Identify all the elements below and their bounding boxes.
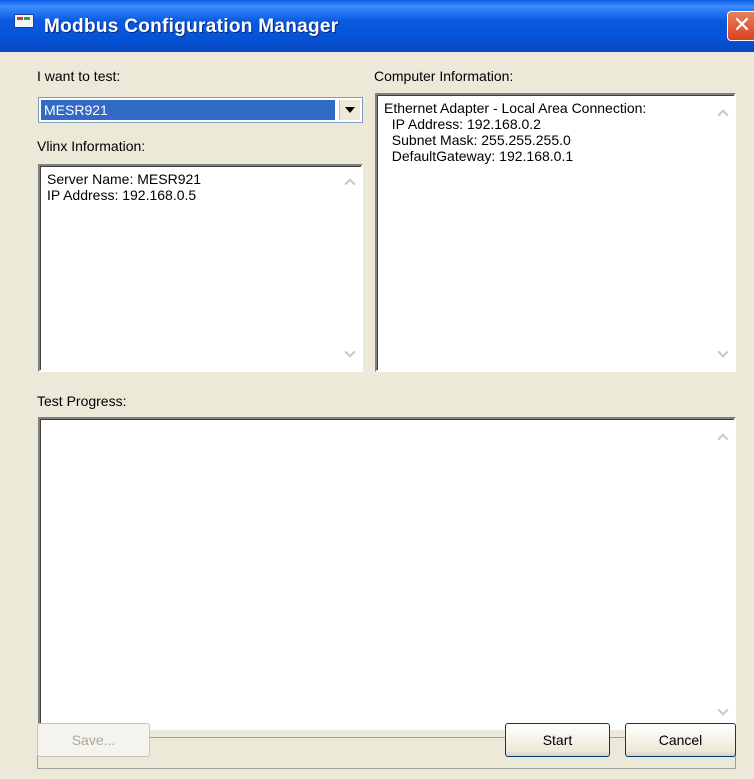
scroll-down-icon[interactable]: [343, 346, 357, 362]
scroll-up-icon[interactable]: [716, 106, 730, 121]
computer-info-box[interactable]: Ethernet Adapter - Local Area Connection…: [375, 93, 736, 372]
test-progress-label: Test Progress:: [37, 393, 127, 409]
vlinx-info-box[interactable]: Server Name: MESR921 IP Address: 192.168.…: [38, 164, 363, 372]
scroll-up-icon[interactable]: [716, 430, 730, 445]
scroll-up-icon[interactable]: [343, 175, 357, 190]
close-button[interactable]: ✕: [727, 11, 754, 41]
computer-info-line: Ethernet Adapter - Local Area Connection…: [384, 100, 647, 116]
computer-info-line: Subnet Mask: 255.255.255.0: [384, 132, 571, 148]
scroll-down-icon[interactable]: [716, 704, 730, 720]
close-icon: ✕: [732, 13, 752, 38]
test-selector-label: I want to test:: [37, 68, 121, 84]
dropdown-button[interactable]: [339, 100, 360, 120]
computer-info-label: Computer Information:: [374, 68, 514, 84]
test-target-selected-value: MESR921: [41, 100, 335, 120]
test-progress-log[interactable]: [38, 417, 736, 730]
modbus-config-window: Modbus Configuration Manager ✕ I want to…: [0, 0, 754, 779]
vlinx-info-label: Vlinx Information:: [37, 138, 146, 154]
vlinx-info-line: IP Address: 192.168.0.5: [47, 187, 197, 203]
window-title: Modbus Configuration Manager: [44, 16, 339, 37]
chevron-down-icon: [345, 107, 355, 113]
vlinx-info-text: Server Name: MESR921 IP Address: 192.168.…: [47, 171, 201, 203]
scroll-down-icon[interactable]: [716, 346, 730, 362]
computer-info-line: IP Address: 192.168.0.2: [384, 116, 541, 132]
app-icon: [14, 14, 34, 28]
save-button[interactable]: Save...: [37, 723, 150, 757]
title-bar[interactable]: Modbus Configuration Manager ✕: [0, 0, 754, 52]
vlinx-info-line: Server Name: MESR921: [47, 171, 202, 187]
start-button[interactable]: Start: [505, 723, 610, 757]
computer-info-line: DefaultGateway: 192.168.0.1: [384, 148, 574, 164]
cancel-button[interactable]: Cancel: [625, 723, 736, 757]
computer-info-text: Ethernet Adapter - Local Area Connection…: [384, 100, 646, 164]
test-target-dropdown[interactable]: MESR921: [38, 97, 363, 123]
